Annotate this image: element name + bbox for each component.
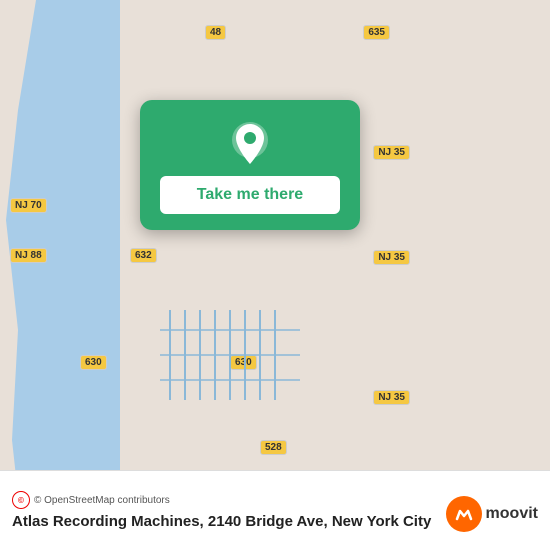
bottom-bar: © © OpenStreetMap contributors Atlas Rec… [0,470,550,550]
take-me-there-button[interactable]: Take me there [160,176,340,214]
marina-lines [160,310,320,410]
moovit-text: moovit [486,505,538,523]
label-630-left: 630 [80,355,107,370]
label-nj35-mid: NJ 35 [373,250,410,265]
label-528: 528 [260,440,287,455]
label-nj35-bot: NJ 35 [373,390,410,405]
map-container: NJ 70 NJ 88 NJ 35 NJ 35 NJ 35 632 630 63… [0,0,550,550]
moovit-icon [446,496,482,532]
label-nj35-top: NJ 35 [373,145,410,160]
label-nj88: NJ 88 [10,248,47,263]
attribution-text: © OpenStreetMap contributors [34,495,170,506]
label-48: 48 [205,25,226,40]
label-635: 635 [363,25,390,40]
location-card: Take me there [140,100,360,230]
osm-logo: © [12,491,30,509]
label-nj70: NJ 70 [10,198,47,213]
pin-icon [226,120,274,168]
label-632: 632 [130,248,157,263]
moovit-logo: moovit [446,496,538,532]
